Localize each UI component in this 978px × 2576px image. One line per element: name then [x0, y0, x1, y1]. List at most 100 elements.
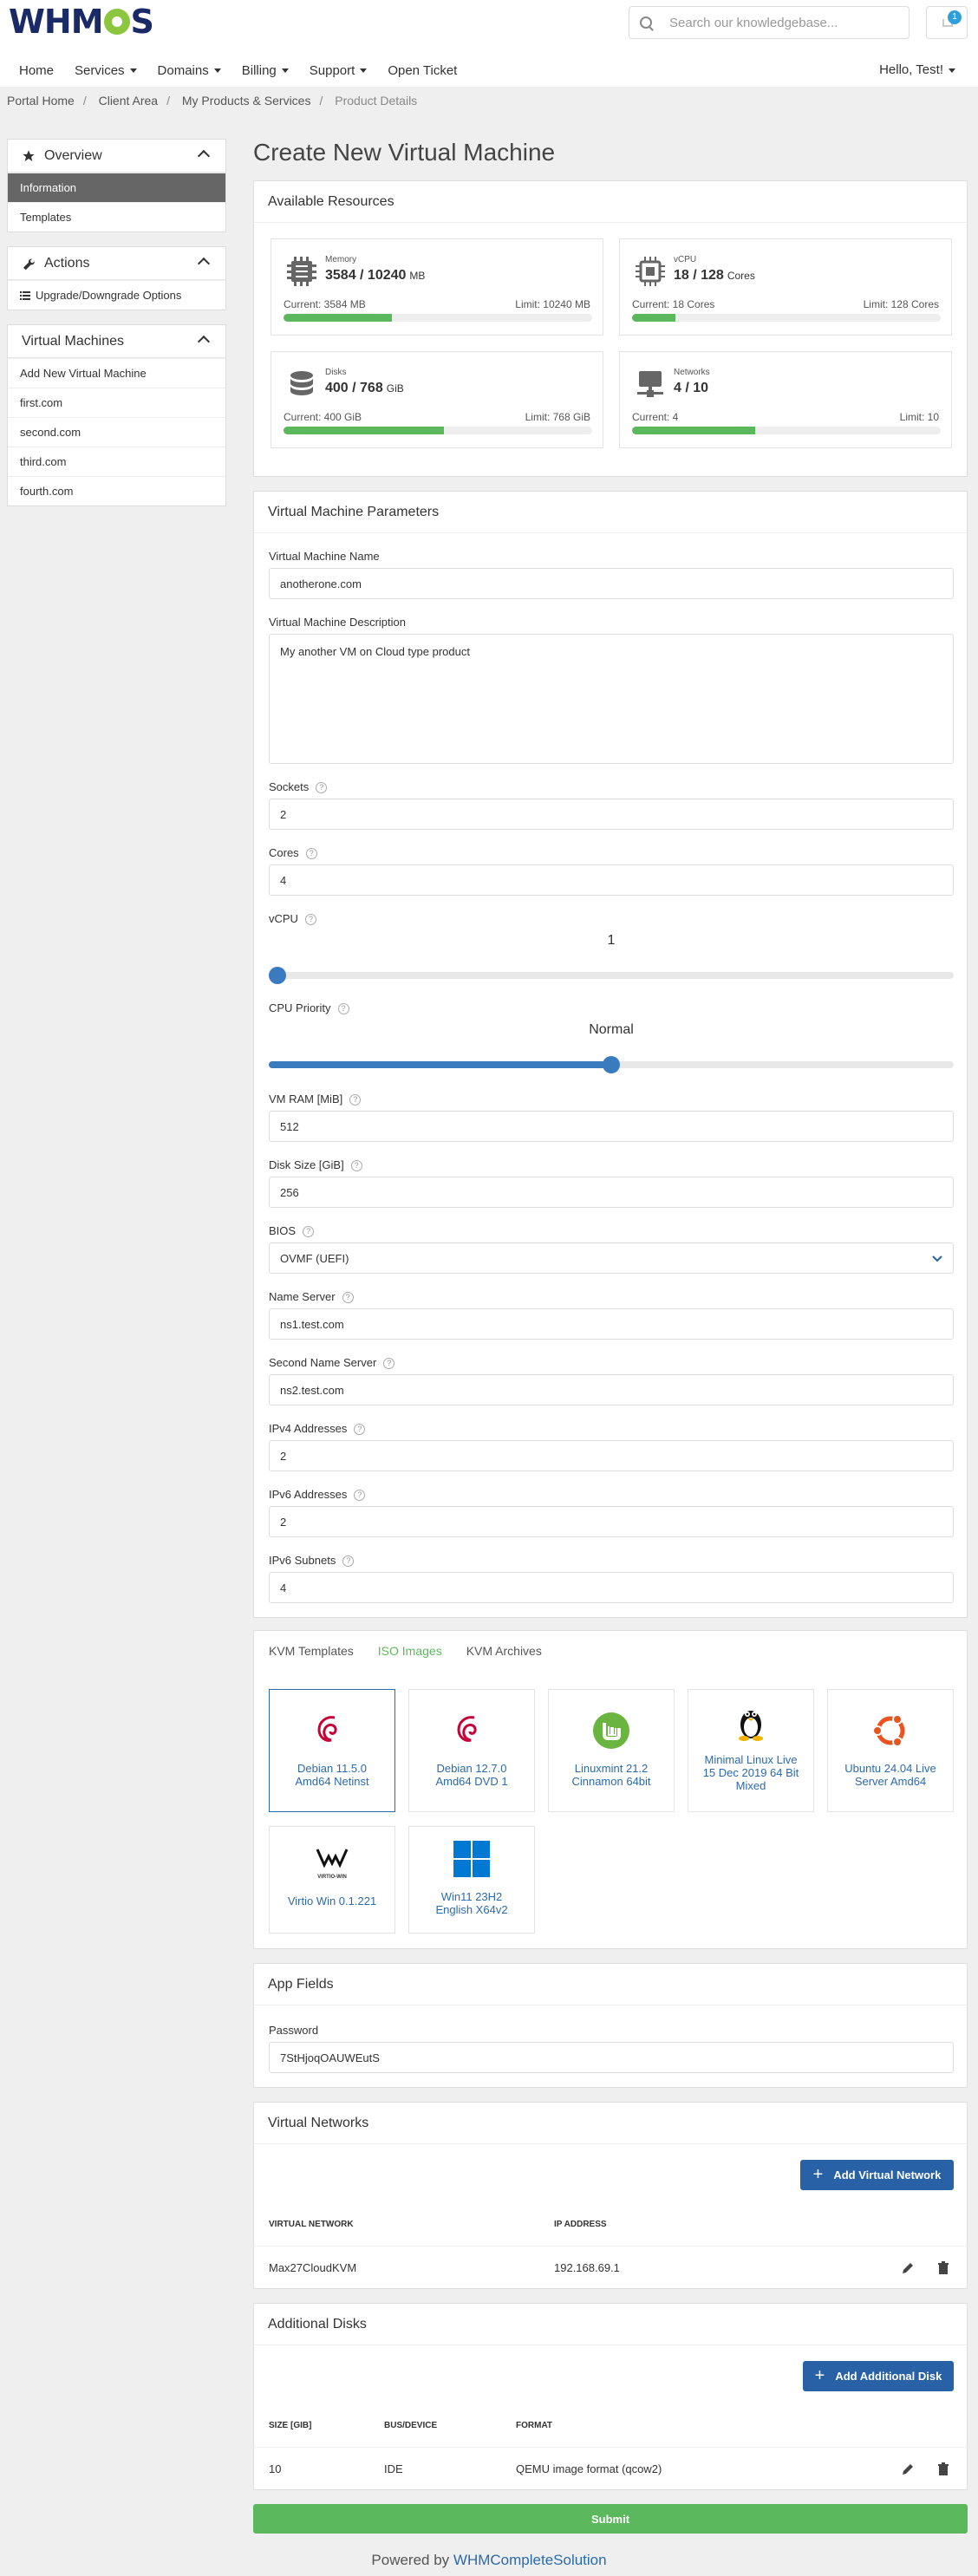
- footer-text: Powered by: [371, 2552, 453, 2568]
- breadcrumb-products[interactable]: My Products & Services: [182, 94, 311, 108]
- ipv4-input[interactable]: 2: [269, 1440, 954, 1471]
- caret-down-icon: [360, 68, 368, 74]
- submit-button[interactable]: Submit: [253, 2504, 968, 2534]
- os-card-win11[interactable]: Win11 23H2 English X64v2: [408, 1826, 535, 1934]
- help-icon[interactable]: ?: [349, 1094, 362, 1106]
- memory-label: Memory: [325, 255, 357, 264]
- cores-input[interactable]: 4: [269, 864, 954, 896]
- nav-home[interactable]: Home: [0, 63, 64, 78]
- tab-kvm-templates[interactable]: KVM Templates: [269, 1644, 354, 1658]
- sidebar-actions-header[interactable]: Actions: [8, 247, 225, 280]
- chevron-up-icon[interactable]: [197, 335, 211, 349]
- help-icon[interactable]: ?: [304, 914, 316, 926]
- virtio-logo-text: VIRTIO-WIN: [317, 1875, 347, 1880]
- cores-label-text: Cores: [269, 846, 299, 859]
- nav-domains[interactable]: Domains: [147, 63, 231, 78]
- knowledgebase-search[interactable]: Search our knowledgebase...: [629, 6, 910, 39]
- edit-pencil-icon[interactable]: [901, 2462, 915, 2476]
- help-icon[interactable]: ?: [342, 1292, 354, 1304]
- ipv6-subnets-input[interactable]: 4: [269, 1572, 954, 1603]
- help-icon[interactable]: ?: [383, 1358, 395, 1370]
- sidebar-item-label: first.com: [20, 396, 63, 409]
- help-icon[interactable]: ?: [337, 1003, 349, 1015]
- help-icon[interactable]: ?: [342, 1555, 355, 1568]
- delete-trash-icon[interactable]: [936, 2261, 950, 2275]
- breadcrumb-portal-home[interactable]: Portal Home: [7, 94, 75, 108]
- add-additional-disk-button[interactable]: + Add Additional Disk: [803, 2361, 954, 2391]
- vcpu-slider-handle[interactable]: [269, 967, 286, 984]
- sidebar-item-vm[interactable]: fourth.com: [8, 476, 225, 505]
- os-card-label: Debian 11.5.0 Amd64 Netinst: [295, 1762, 369, 1788]
- tab-iso-images[interactable]: ISO Images: [378, 1644, 442, 1658]
- help-icon[interactable]: ?: [354, 1424, 366, 1436]
- os-card-ubuntu[interactable]: Ubuntu 24.04 Live Server Amd64: [827, 1689, 954, 1812]
- name-server-input[interactable]: ns1.test.com: [269, 1308, 954, 1340]
- user-menu[interactable]: Hello, Test!: [879, 62, 955, 77]
- ram-input[interactable]: 512: [269, 1111, 954, 1142]
- cart-button[interactable]: 1: [926, 6, 968, 39]
- delete-trash-icon[interactable]: [936, 2462, 950, 2476]
- memory-progress-fill: [284, 314, 392, 322]
- vm-name-input[interactable]: anotherone.com: [269, 568, 954, 599]
- table-divider: [253, 2447, 968, 2448]
- bios-select[interactable]: OVMF (UEFI): [269, 1242, 954, 1274]
- os-card-debian-12[interactable]: Debian 12.7.0 Amd64 DVD 1: [408, 1689, 535, 1812]
- sidebar-item-upgrade[interactable]: Upgrade/Downgrade Options: [8, 280, 225, 310]
- memory-chip-icon: [287, 257, 316, 286]
- disk-size-input[interactable]: 256: [269, 1177, 954, 1208]
- sidebar-item-vm[interactable]: first.com: [8, 388, 225, 417]
- bios-label-text: BIOS: [269, 1224, 297, 1237]
- edit-pencil-icon[interactable]: [901, 2261, 915, 2275]
- chevron-up-icon[interactable]: [197, 149, 211, 163]
- add-additional-disk-label: Add Additional Disk: [835, 2370, 942, 2383]
- nav-support[interactable]: Support: [299, 63, 378, 78]
- disk-format-cell: QEMU image format (qcow2): [516, 2462, 662, 2475]
- password-input[interactable]: 7StHjoqOAUWEutS: [269, 2042, 954, 2073]
- os-card-virtio-win[interactable]: VIRTIO-WIN Virtio Win 0.1.221: [269, 1826, 395, 1934]
- ipv6-subnets-label-text: IPv6 Subnets: [269, 1554, 336, 1567]
- os-card-linuxmint[interactable]: Linuxmint 21.2 Cinnamon 64bit: [548, 1689, 675, 1812]
- app-fields-title: App Fields: [254, 1964, 967, 2005]
- nav-billing[interactable]: Billing: [231, 63, 299, 78]
- second-name-server-input[interactable]: ns2.test.com: [269, 1374, 954, 1405]
- add-virtual-network-button[interactable]: + Add Virtual Network: [800, 2160, 954, 2190]
- main-nav: Home Services Domains Billing Support Op…: [0, 54, 978, 87]
- name-server-label: Name Server?: [269, 1290, 354, 1304]
- sidebar-vms-header[interactable]: Virtual Machines: [8, 325, 225, 358]
- footer-link[interactable]: WHMCompleteSolution: [453, 2552, 607, 2568]
- ipv6-input[interactable]: 2: [269, 1506, 954, 1537]
- vm-description-textarea[interactable]: My another VM on Cloud type product: [269, 634, 954, 764]
- whmcs-logo[interactable]: WHM S: [9, 3, 154, 41]
- disks-amount: 400 / 768: [325, 381, 383, 395]
- os-card-label: Virtio Win 0.1.221: [287, 1895, 377, 1908]
- help-icon[interactable]: ?: [303, 1226, 315, 1238]
- vcpu-field-label: vCPU?: [269, 912, 316, 926]
- help-icon[interactable]: ?: [305, 848, 317, 860]
- cpu-priority-slider-handle[interactable]: [603, 1056, 620, 1073]
- vcpu-slider-track[interactable]: [269, 972, 954, 979]
- os-card-label: Win11 23H2 English X64v2: [435, 1890, 508, 1916]
- chevron-down-icon: [932, 1255, 942, 1262]
- help-icon[interactable]: ?: [350, 1160, 362, 1172]
- sidebar-overview-header[interactable]: Overview: [8, 140, 225, 173]
- memory-progress-bar: [284, 314, 592, 322]
- breadcrumb-client-area[interactable]: Client Area: [99, 94, 158, 108]
- os-card-minimal-linux[interactable]: Minimal Linux Live 15 Dec 2019 64 Bit Mi…: [688, 1689, 814, 1812]
- sidebar-item-information[interactable]: Information: [8, 173, 225, 202]
- sidebar-item-templates[interactable]: Templates: [8, 202, 225, 232]
- disks-resource: Disks 400 / 768 GiB Current: 400 GiB Limi…: [271, 351, 603, 448]
- sockets-input[interactable]: 2: [269, 799, 954, 830]
- sidebar-item-add-vm[interactable]: Add New Virtual Machine: [8, 358, 225, 388]
- nav-services[interactable]: Services: [64, 63, 147, 78]
- help-icon[interactable]: ?: [316, 782, 328, 794]
- nav-open-ticket[interactable]: Open Ticket: [377, 63, 467, 78]
- sidebar-item-vm[interactable]: second.com: [8, 417, 225, 447]
- help-icon[interactable]: ?: [354, 1490, 366, 1502]
- networks-progress-fill: [632, 427, 756, 434]
- sidebar-item-vm[interactable]: third.com: [8, 447, 225, 476]
- chevron-up-icon[interactable]: [197, 257, 211, 271]
- vcpu-progress-fill: [632, 314, 675, 322]
- os-card-debian-11[interactable]: Debian 11.5.0 Amd64 Netinst: [269, 1689, 395, 1812]
- tab-kvm-archives[interactable]: KVM Archives: [466, 1644, 542, 1658]
- os-card-label: Debian 12.7.0 Amd64 DVD 1: [435, 1762, 508, 1788]
